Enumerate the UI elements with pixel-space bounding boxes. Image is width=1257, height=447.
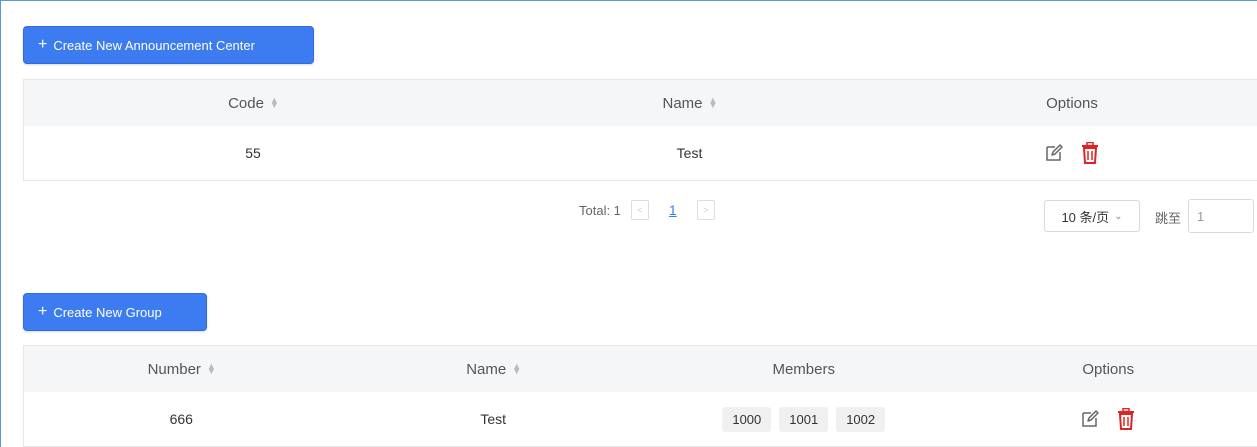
create-group-button[interactable]: + Create New Group bbox=[23, 293, 207, 331]
trash-icon[interactable] bbox=[1078, 141, 1102, 165]
group-table-header: Number ▲ ▼ Name ▲ ▼ Members Options bbox=[24, 346, 1257, 392]
cell-options bbox=[897, 141, 1247, 165]
table-row: 666 Test 1000 1001 1002 bbox=[24, 392, 1257, 447]
column-header-number-label: Number bbox=[147, 360, 201, 378]
plus-icon: + bbox=[38, 36, 48, 53]
announcement-table: Code ▲ ▼ Name ▲ ▼ Options 55 Test bbox=[23, 79, 1257, 181]
cell-group-options bbox=[959, 407, 1257, 431]
pagination-total: Total: 1 bbox=[579, 202, 621, 218]
jump-to-label: 跳至 bbox=[1155, 211, 1182, 226]
create-announcement-center-label: Create New Announcement Center bbox=[53, 37, 255, 53]
column-header-group-name-label: Name bbox=[466, 360, 507, 378]
column-header-code-label: Code bbox=[228, 94, 264, 112]
sort-icon[interactable]: ▲ ▼ bbox=[207, 362, 216, 376]
edit-icon[interactable] bbox=[1042, 141, 1066, 165]
member-tag: 1000 bbox=[722, 406, 772, 432]
member-tag: 1001 bbox=[779, 406, 829, 432]
column-header-group-name[interactable]: Name ▲ ▼ bbox=[338, 361, 648, 378]
announcement-table-header: Code ▲ ▼ Name ▲ ▼ Options bbox=[24, 80, 1257, 126]
plus-icon: + bbox=[38, 303, 48, 320]
pagination: Total: 1 < 1 > bbox=[579, 200, 725, 220]
column-header-options: Options bbox=[897, 95, 1247, 112]
table-row: 55 Test bbox=[24, 126, 1257, 181]
column-header-members: Members bbox=[648, 361, 960, 378]
sort-icon[interactable]: ▲ ▼ bbox=[270, 96, 279, 110]
column-header-members-label: Members bbox=[772, 360, 835, 378]
page-frame: + Create New Announcement Center Code ▲ ▼… bbox=[0, 0, 1257, 447]
column-header-name-label: Name bbox=[662, 94, 703, 112]
pagination-page-1[interactable]: 1 bbox=[669, 202, 677, 218]
pagination-prev-button[interactable]: < bbox=[630, 200, 649, 220]
sort-icon[interactable]: ▲ ▼ bbox=[709, 96, 718, 110]
jump-to-input[interactable] bbox=[1188, 199, 1254, 233]
create-group-label: Create New Group bbox=[53, 304, 162, 320]
trash-icon[interactable] bbox=[1114, 407, 1138, 431]
page-size-select[interactable]: 10 条/页 ⌄ bbox=[1044, 200, 1140, 232]
cell-members: 1000 1001 1002 bbox=[648, 406, 960, 432]
group-table: Number ▲ ▼ Name ▲ ▼ Members Options 666 Te… bbox=[23, 345, 1257, 447]
column-header-name[interactable]: Name ▲ ▼ bbox=[482, 95, 897, 112]
column-header-group-options-label: Options bbox=[1082, 360, 1135, 378]
column-header-group-options: Options bbox=[959, 361, 1257, 378]
chevron-down-icon: ⌄ bbox=[1114, 210, 1123, 222]
sort-icon[interactable]: ▲ ▼ bbox=[512, 362, 521, 376]
create-announcement-center-button[interactable]: + Create New Announcement Center bbox=[23, 26, 314, 64]
cell-name: Test bbox=[676, 145, 703, 161]
cell-code: 55 bbox=[245, 145, 261, 161]
cell-number: 666 bbox=[169, 411, 193, 427]
cell-group-name: Test bbox=[480, 411, 507, 427]
member-tag: 1002 bbox=[836, 406, 886, 432]
page-size-label: 10 条/页 bbox=[1061, 209, 1110, 225]
edit-icon[interactable] bbox=[1078, 407, 1102, 431]
column-header-options-label: Options bbox=[1046, 94, 1098, 112]
pagination-next-button[interactable]: > bbox=[696, 200, 715, 220]
column-header-number[interactable]: Number ▲ ▼ bbox=[24, 361, 338, 378]
column-header-code[interactable]: Code ▲ ▼ bbox=[24, 95, 482, 112]
